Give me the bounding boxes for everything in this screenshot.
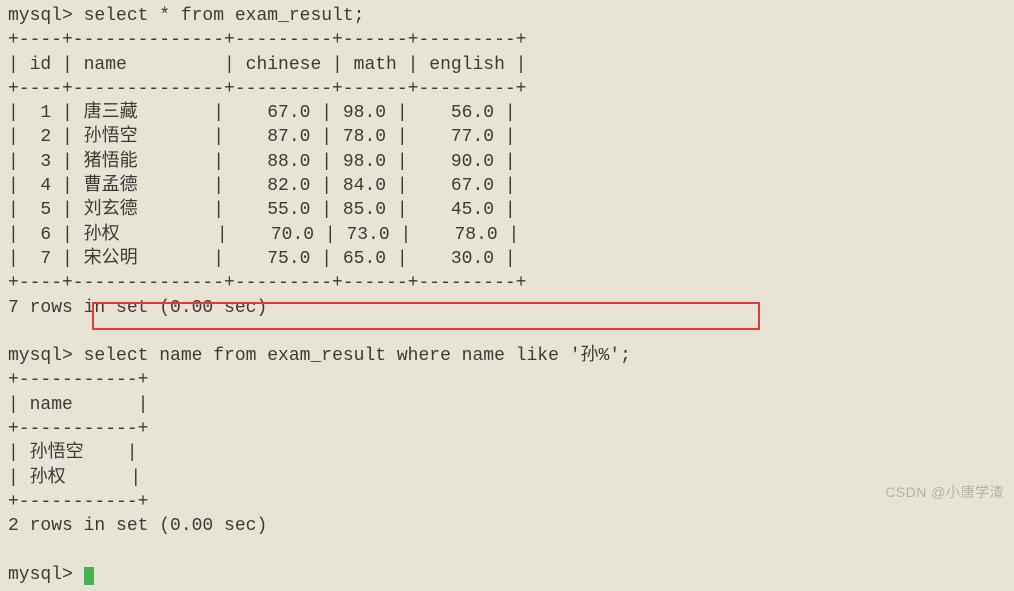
table-divider: +----+--------------+---------+------+--… (8, 79, 526, 99)
table-row: | 4 | 曹孟德 | 82.0 | 84.0 | 67.0 | (8, 176, 516, 196)
sql-query: select name from exam_result where name … (84, 346, 631, 366)
table-divider: +----+--------------+---------+------+--… (8, 273, 526, 293)
terminal-output: mysql> select * from exam_result; +----+… (0, 0, 1014, 591)
table-header: | name | (8, 395, 148, 415)
status-line: 2 rows in set (0.00 sec) (8, 516, 267, 536)
table-row: | 6 | 孙权 | 70.0 | 73.0 | 78.0 | (8, 225, 519, 245)
table-row: | 7 | 宋公明 | 75.0 | 65.0 | 30.0 | (8, 249, 516, 269)
table-divider: +----+--------------+---------+------+--… (8, 30, 526, 50)
table-row: | 5 | 刘玄德 | 55.0 | 85.0 | 45.0 | (8, 200, 516, 220)
table-row: | 2 | 孙悟空 | 87.0 | 78.0 | 77.0 | (8, 127, 516, 147)
table-divider: +-----------+ (8, 370, 148, 390)
table-header: | id | name | chinese | math | english | (8, 55, 526, 75)
table-row: | 3 | 猪悟能 | 88.0 | 98.0 | 90.0 | (8, 152, 516, 172)
watermark: CSDN @小唐学渣 (885, 483, 1004, 502)
sql-prompt-line: mysql> select * from exam_result; (8, 6, 364, 26)
table-divider: +-----------+ (8, 419, 148, 439)
sql-prompt[interactable]: mysql> (8, 565, 84, 585)
status-line: 7 rows in set (0.00 sec) (8, 298, 267, 318)
table-divider: +-----------+ (8, 492, 148, 512)
table-row: | 孙悟空 | (8, 443, 138, 463)
cursor-icon (84, 567, 94, 585)
table-row: | 孙权 | (8, 468, 141, 488)
table-row: | 1 | 唐三藏 | 67.0 | 98.0 | 56.0 | (8, 103, 516, 123)
sql-prompt-line: mysql> select name from exam_result wher… (8, 346, 631, 366)
